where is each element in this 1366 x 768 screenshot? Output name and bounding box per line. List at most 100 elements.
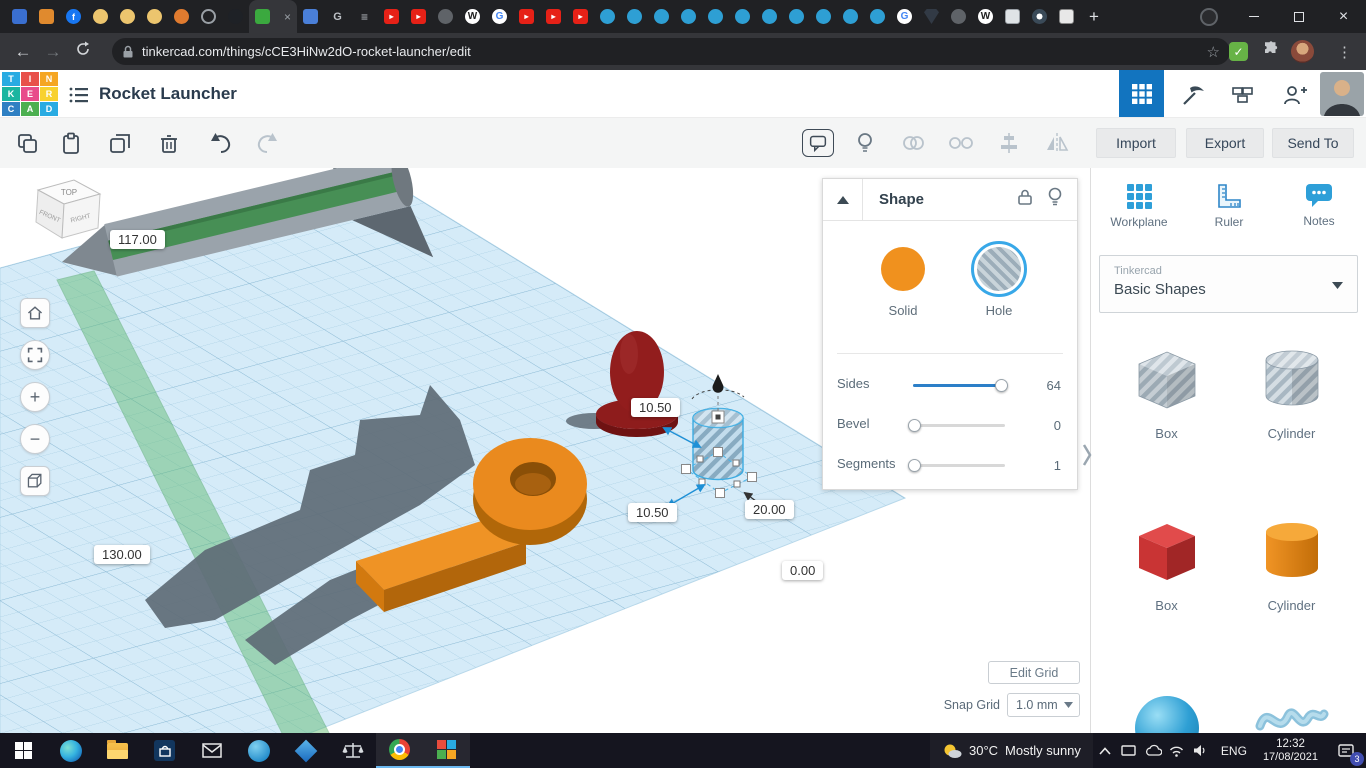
- paste-button[interactable]: [56, 129, 86, 157]
- slider-knob[interactable]: [908, 419, 921, 432]
- browser-tab[interactable]: G: [891, 0, 918, 33]
- sides-slider[interactable]: [913, 379, 1008, 392]
- scales-app-button[interactable]: [329, 733, 376, 768]
- redo-button[interactable]: [252, 129, 282, 157]
- minimize-button[interactable]: [1231, 0, 1276, 33]
- snap-grid-dropdown[interactable]: 1.0 mm: [1007, 693, 1080, 717]
- tray-display-icon[interactable]: [1117, 733, 1141, 768]
- back-button[interactable]: ←: [8, 42, 38, 62]
- user-avatar[interactable]: [1320, 72, 1364, 116]
- bevel-slider[interactable]: [908, 419, 1005, 432]
- browser-tab[interactable]: ▸: [567, 0, 594, 33]
- browser-tab-active[interactable]: ×: [249, 0, 297, 33]
- ungroup-button[interactable]: [946, 129, 976, 157]
- zoom-in-button[interactable]: +: [20, 382, 50, 412]
- mirror-button[interactable]: [1042, 129, 1072, 157]
- design-title[interactable]: Rocket Launcher: [99, 84, 237, 104]
- slider-knob[interactable]: [908, 459, 921, 472]
- extensions-puzzle-icon[interactable]: [1262, 40, 1280, 63]
- edge-handle[interactable]: [732, 459, 740, 467]
- browser-tab[interactable]: [1026, 0, 1053, 33]
- browser-tab[interactable]: ≡: [351, 0, 378, 33]
- browser-tab[interactable]: [141, 0, 168, 33]
- edit-grid-button[interactable]: Edit Grid: [988, 661, 1080, 684]
- browser-tab[interactable]: [945, 0, 972, 33]
- browser-tab[interactable]: [810, 0, 837, 33]
- tinker-tools-button[interactable]: [1174, 78, 1212, 112]
- tinkercad-logo[interactable]: T I N K E R C A D: [2, 72, 58, 116]
- browser-tab[interactable]: ▸: [378, 0, 405, 33]
- edge-handle[interactable]: [733, 480, 741, 488]
- edge-handle[interactable]: [698, 478, 706, 486]
- panel-collapse-button[interactable]: [823, 179, 863, 220]
- shape-tile-scribble[interactable]: [1229, 682, 1354, 733]
- browser-tab[interactable]: [999, 0, 1026, 33]
- slider-value[interactable]: 0: [1054, 418, 1061, 433]
- notes-comments-button[interactable]: [802, 129, 834, 157]
- forward-button[interactable]: →: [38, 42, 68, 62]
- browser-tab[interactable]: [6, 0, 33, 33]
- browser-avatar[interactable]: [1291, 40, 1314, 63]
- browser-tab[interactable]: [33, 0, 60, 33]
- solid-option[interactable]: Solid: [867, 247, 939, 318]
- edge-taskbar-button[interactable]: [47, 733, 94, 768]
- send-to-button[interactable]: Send To: [1272, 128, 1354, 158]
- browser-tab[interactable]: [432, 0, 459, 33]
- browser-tab[interactable]: W: [972, 0, 999, 33]
- browser-tab[interactable]: [594, 0, 621, 33]
- dimension-chip[interactable]: 20.00: [745, 500, 794, 519]
- shape-tile-orange-cylinder[interactable]: Cylinder: [1229, 510, 1354, 682]
- ruler-tool-button[interactable]: Ruler: [1187, 174, 1271, 236]
- browser-tab[interactable]: [621, 0, 648, 33]
- copy-button[interactable]: [12, 129, 42, 157]
- weather-widget[interactable]: 30°C Mostly sunny: [930, 733, 1093, 768]
- align-button[interactable]: [994, 129, 1024, 157]
- dimension-chip[interactable]: 0.00: [782, 561, 824, 580]
- maximize-button[interactable]: [1276, 0, 1321, 33]
- corner-handle[interactable]: [747, 472, 757, 482]
- dimension-chip[interactable]: 10.50: [628, 503, 677, 522]
- group-button[interactable]: [898, 129, 928, 157]
- design-menu-button[interactable]: [60, 78, 98, 112]
- zoom-out-button[interactable]: −: [20, 424, 50, 454]
- notes-tool-button[interactable]: Notes: [1277, 174, 1361, 236]
- adblock-extension-icon[interactable]: ✓: [1229, 42, 1248, 61]
- browser-tab[interactable]: [168, 0, 195, 33]
- slider-knob[interactable]: [995, 379, 1008, 392]
- export-button[interactable]: Export: [1186, 128, 1264, 158]
- action-center-button[interactable]: 3: [1326, 733, 1366, 768]
- start-button[interactable]: [0, 733, 47, 768]
- segments-slider[interactable]: [908, 459, 1005, 472]
- browser-tab[interactable]: [297, 0, 324, 33]
- corner-handle[interactable]: [713, 447, 723, 457]
- browser-tab[interactable]: [918, 0, 945, 33]
- visibility-bulb-button[interactable]: [1047, 187, 1063, 212]
- browser-tab[interactable]: [1053, 0, 1080, 33]
- browser-tab[interactable]: [114, 0, 141, 33]
- browser-menu-icon[interactable]: ⋮: [1337, 43, 1352, 61]
- view-cube[interactable]: TOP FRONT RIGHT: [24, 172, 108, 256]
- address-bar[interactable]: tinkercad.com/things/cCE3HiNw2dO-rocket-…: [112, 38, 1230, 65]
- edge-handle[interactable]: [696, 455, 704, 463]
- new-tab-button[interactable]: +: [1080, 7, 1108, 27]
- browser-tab[interactable]: [756, 0, 783, 33]
- clock[interactable]: 12:32 17/08/2021: [1255, 733, 1326, 768]
- fit-view-button[interactable]: [20, 340, 50, 370]
- browser-tab[interactable]: G: [324, 0, 351, 33]
- browser-tab[interactable]: [729, 0, 756, 33]
- slider-value[interactable]: 64: [1047, 378, 1061, 393]
- browser-tab[interactable]: [648, 0, 675, 33]
- browser-tab[interactable]: ▸: [540, 0, 567, 33]
- browser-tab[interactable]: [783, 0, 810, 33]
- diamond-app-button[interactable]: [282, 733, 329, 768]
- browser-tab[interactable]: W: [459, 0, 486, 33]
- bookmark-star-icon[interactable]: ☆: [1207, 43, 1220, 61]
- undo-button[interactable]: [206, 129, 236, 157]
- raise-handle-cone[interactable]: [712, 374, 724, 393]
- share-invite-button[interactable]: [1276, 78, 1314, 112]
- browser-tab[interactable]: ▸: [405, 0, 432, 33]
- store-taskbar-button[interactable]: [141, 733, 188, 768]
- dimension-chip[interactable]: 130.00: [94, 545, 150, 564]
- slider-value[interactable]: 1: [1054, 458, 1061, 473]
- tray-volume-icon[interactable]: [1189, 733, 1213, 768]
